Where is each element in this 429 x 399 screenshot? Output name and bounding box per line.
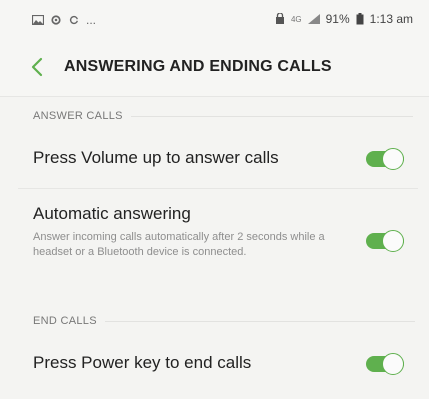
section-header-answer-calls: ANSWER CALLS [33, 110, 413, 122]
section-rule [130, 115, 413, 117]
app-bar: ANSWERING AND ENDING CALLS [0, 40, 429, 97]
overflow-indicator: ... [86, 13, 97, 27]
power-end-toggle[interactable] [366, 353, 404, 375]
row-divider [18, 188, 418, 189]
setting-row-power-end[interactable]: Press Power key to end calls [0, 337, 429, 389]
toggle-thumb [382, 148, 404, 170]
volume-answer-toggle[interactable] [366, 148, 404, 170]
battery-icon [356, 13, 364, 25]
automatic-answering-toggle[interactable] [366, 230, 404, 252]
toggle-thumb [382, 353, 404, 375]
battery-percent: 91% [325, 12, 350, 26]
gallery-icon [32, 15, 44, 25]
section-header-end-calls: END CALLS [33, 315, 415, 327]
clock: 1:13 am [369, 12, 413, 26]
signal-icon [307, 14, 320, 24]
setting-title: Press Volume up to answer calls [33, 148, 279, 167]
status-bar: ... 4G 91% 1:13 am [0, 0, 429, 40]
setting-title: Press Power key to end calls [33, 353, 252, 372]
back-button[interactable] [28, 56, 48, 78]
section-rule [104, 320, 415, 322]
setting-row-volume-answer[interactable]: Press Volume up to answer calls [0, 132, 429, 184]
notification-icons: ... [32, 13, 97, 27]
settings-icon [51, 15, 61, 25]
sync-icon [69, 15, 78, 25]
setting-description: Answer incoming calls automatically afte… [33, 231, 325, 258]
chevron-left-icon [31, 57, 43, 77]
system-status: 4G 91% 1:13 am [275, 12, 413, 26]
section-header-label: ANSWER CALLS [33, 110, 123, 122]
toggle-thumb [382, 230, 404, 252]
alarm-lock-icon [275, 13, 284, 24]
page-title: ANSWERING AND ENDING CALLS [64, 58, 332, 75]
section-header-label: END CALLS [33, 315, 97, 327]
network-type: 4G [290, 14, 302, 24]
setting-title: Automatic answering [33, 204, 191, 223]
setting-row-automatic-answering[interactable]: Automatic answering Answer incoming call… [0, 192, 429, 292]
